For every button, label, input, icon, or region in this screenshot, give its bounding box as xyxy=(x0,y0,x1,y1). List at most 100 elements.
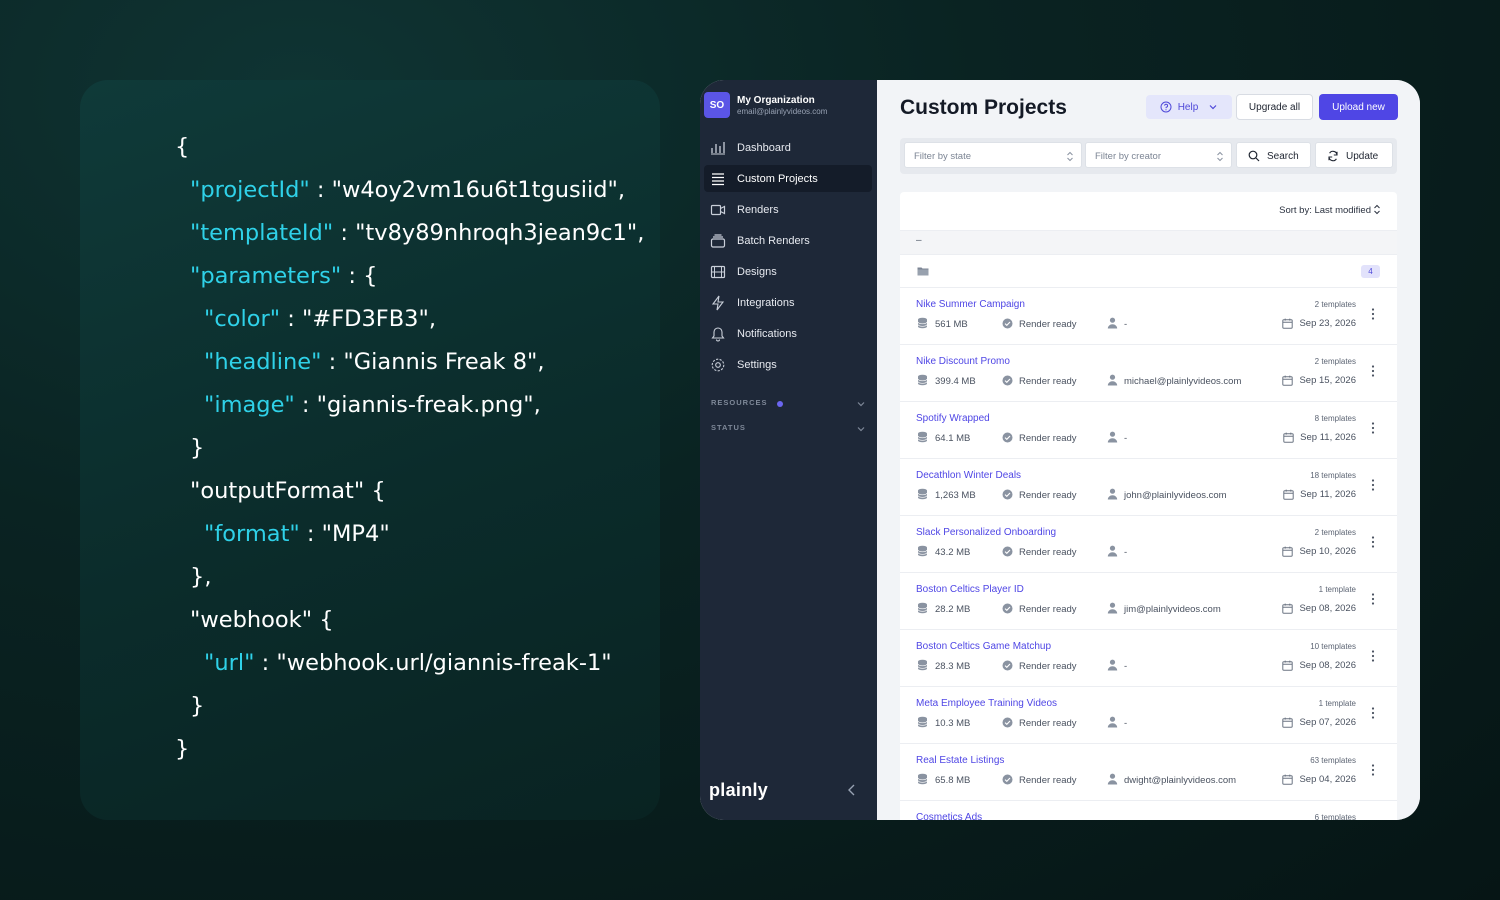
search-label: Search xyxy=(1267,151,1299,162)
user-icon xyxy=(1107,488,1118,500)
sidebar-item-batch-renders[interactable]: Batch Renders xyxy=(704,227,872,254)
project-creator: - xyxy=(1124,433,1128,444)
calendar-icon xyxy=(1282,774,1294,785)
sidebar-item-notifications[interactable]: Notifications xyxy=(704,320,872,347)
list-icon xyxy=(712,173,724,186)
sort-chevrons-icon[interactable] xyxy=(1373,204,1381,215)
code-value: "tv8y89nhroqh3jean9c1", xyxy=(355,220,645,246)
project-date: Sep 11, 2026 xyxy=(1300,489,1356,500)
project-creator: john@plainlyvideos.com xyxy=(1124,490,1227,501)
more-options-icon[interactable] xyxy=(1370,307,1376,321)
code-key: "format" xyxy=(204,521,300,547)
project-name-link[interactable]: Nike Summer Campaign xyxy=(916,299,1025,310)
code-value: "MP4" xyxy=(321,521,390,547)
project-name-link[interactable]: Meta Employee Training Videos xyxy=(916,698,1057,709)
database-icon xyxy=(917,317,928,329)
project-state: Render ready xyxy=(1019,433,1077,444)
project-date: Sep 07, 2026 xyxy=(1299,717,1356,728)
project-row[interactable]: Nike Summer Campaign 2 templates 561 MB Ren… xyxy=(900,287,1397,345)
sidebar-item-dashboard[interactable]: Dashboard xyxy=(704,134,872,161)
project-date: Sep 23, 2026 xyxy=(1299,318,1356,329)
sidebar-item-settings[interactable]: Settings xyxy=(704,351,872,378)
check-circle-icon xyxy=(1002,774,1013,785)
code-key: "templateId" xyxy=(190,220,334,246)
gear-icon xyxy=(711,358,725,372)
more-options-icon[interactable] xyxy=(1370,478,1376,492)
more-options-icon[interactable] xyxy=(1370,649,1376,663)
project-row[interactable]: Boston Celtics Player ID 1 template 28.2 M… xyxy=(900,572,1397,630)
state-filter-select[interactable]: Filter by state xyxy=(904,142,1082,168)
sort-select[interactable]: Sort by: Last modified xyxy=(1279,205,1371,216)
project-creator: - xyxy=(1124,661,1128,672)
project-name-link[interactable]: Slack Personalized Onboarding xyxy=(916,527,1056,538)
project-row[interactable]: Decathlon Winter Deals 18 templates 1,263 … xyxy=(900,458,1397,516)
update-button[interactable]: Update xyxy=(1315,142,1393,168)
user-icon xyxy=(1107,716,1118,728)
more-options-icon[interactable] xyxy=(1370,421,1376,435)
calendar-icon xyxy=(1282,660,1294,671)
project-name-link[interactable]: Cosmetics Ads xyxy=(916,812,982,820)
project-state: Render ready xyxy=(1019,376,1077,387)
project-size: 399.4 MB xyxy=(935,376,976,387)
creator-filter-placeholder: Filter by creator xyxy=(1095,151,1161,162)
help-label: Help xyxy=(1177,101,1199,113)
sidebar-item-label: Custom Projects xyxy=(737,173,818,185)
code-value: "giannis-freak.png", xyxy=(316,392,541,418)
project-row[interactable]: Nike Discount Promo 2 templates 399.4 MB Re… xyxy=(900,344,1397,402)
project-date-group: Sep 23, 2026 xyxy=(1282,318,1356,329)
database-icon xyxy=(917,545,928,557)
search-button[interactable]: Search xyxy=(1236,142,1311,168)
section-status[interactable]: STATUS xyxy=(711,423,866,437)
project-name-link[interactable]: Real Estate Listings xyxy=(916,755,1004,766)
calendar-icon xyxy=(1283,489,1294,500)
upgrade-all-button[interactable]: Upgrade all xyxy=(1236,94,1313,120)
project-name-link[interactable]: Spotify Wrapped xyxy=(916,413,990,424)
folder-row[interactable]: 4 xyxy=(900,254,1397,288)
template-count: 2 templates xyxy=(1314,528,1356,537)
project-date: Sep 15, 2026 xyxy=(1299,375,1356,386)
more-options-icon[interactable] xyxy=(1370,592,1376,606)
question-icon xyxy=(1160,101,1172,113)
project-size: 64.1 MB xyxy=(935,433,971,444)
project-name-link[interactable]: Boston Celtics Player ID xyxy=(916,584,1024,595)
sidebar-item-designs[interactable]: Designs xyxy=(704,258,872,285)
section-label: RESOURCES xyxy=(711,398,768,407)
collapse-sidebar-icon[interactable] xyxy=(847,783,857,797)
project-date-group: Sep 11, 2026 xyxy=(1283,489,1356,500)
code-separator: : xyxy=(321,349,344,375)
code-line: "projectId" : "w4oy2vm16u6t1tgusiid", xyxy=(190,177,625,203)
project-name-link[interactable]: Decathlon Winter Deals xyxy=(916,470,1021,481)
code-value: "Giannis Freak 8", xyxy=(343,349,545,375)
organization-switcher[interactable]: SO My Organization email@plainlyvideos.c… xyxy=(704,92,874,120)
project-row[interactable]: Cosmetics Ads 6 templates xyxy=(900,800,1397,820)
more-options-icon[interactable] xyxy=(1370,535,1376,549)
project-row[interactable]: Spotify Wrapped 8 templates 64.1 MB Render … xyxy=(900,401,1397,459)
user-icon xyxy=(1107,602,1118,614)
upload-new-button[interactable]: Upload new xyxy=(1319,94,1398,120)
more-options-icon[interactable] xyxy=(1370,364,1376,378)
project-name-link[interactable]: Nike Discount Promo xyxy=(916,356,1010,367)
code-line: "parameters" : { xyxy=(190,263,377,289)
project-row[interactable]: Boston Celtics Game Matchup 10 templates 2… xyxy=(900,629,1397,687)
project-size: 1,263 MB xyxy=(935,490,976,501)
more-options-icon[interactable] xyxy=(1370,763,1376,777)
more-options-icon[interactable] xyxy=(1370,706,1376,720)
code-key: "projectId" xyxy=(190,177,310,203)
project-row[interactable]: Slack Personalized Onboarding 2 templates… xyxy=(900,515,1397,573)
template-count: 8 templates xyxy=(1314,414,1356,423)
project-size: 43.2 MB xyxy=(935,547,971,558)
section-resources[interactable]: RESOURCES xyxy=(711,398,866,412)
creator-filter-select[interactable]: Filter by creator xyxy=(1085,142,1232,168)
help-button[interactable]: Help xyxy=(1146,95,1232,119)
sidebar-item-renders[interactable]: Renders xyxy=(704,196,872,223)
project-creator: dwight@plainlyvideos.com xyxy=(1124,775,1237,786)
sidebar-item-integrations[interactable]: Integrations xyxy=(704,289,872,316)
project-state: Render ready xyxy=(1019,547,1077,558)
sidebar-item-custom-projects[interactable]: Custom Projects xyxy=(704,165,872,192)
project-row[interactable]: Meta Employee Training Videos 1 template 1… xyxy=(900,686,1397,744)
code-key: "image" xyxy=(204,392,295,418)
code-key: "headline" xyxy=(204,349,322,375)
project-row[interactable]: Real Estate Listings 63 templates 65.8 MB R… xyxy=(900,743,1397,801)
project-name-link[interactable]: Boston Celtics Game Matchup xyxy=(916,641,1051,652)
page-title: Custom Projects xyxy=(900,96,1067,119)
